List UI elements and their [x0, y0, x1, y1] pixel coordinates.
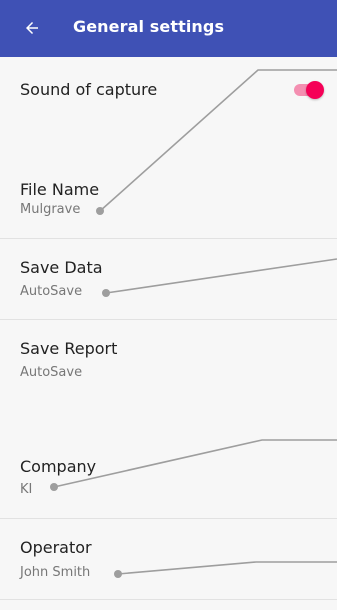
setting-operator[interactable]: [0, 519, 337, 599]
setting-title-save-report: Save Report: [20, 339, 118, 358]
toggle-thumb: [306, 81, 324, 99]
setting-save-data[interactable]: [0, 239, 337, 319]
setting-title-operator: Operator: [20, 538, 92, 557]
back-button[interactable]: [18, 14, 46, 42]
app-bar: General settings: [0, 0, 337, 57]
page-title: General settings: [73, 17, 225, 36]
setting-value-company: KI: [20, 482, 33, 497]
setting-title-save-data: Save Data: [20, 258, 103, 277]
setting-value-save-data: AutoSave: [20, 284, 83, 299]
settings-screen: General settings Sound of capture File N…: [0, 0, 337, 610]
setting-title-company: Company: [20, 457, 97, 476]
sound-of-capture-toggle[interactable]: [292, 81, 326, 99]
divider: [0, 599, 337, 600]
arrow-left-icon: [26, 22, 38, 34]
setting-value-save-report: AutoSave: [20, 365, 83, 380]
setting-value-file-name: Mulgrave: [20, 202, 81, 217]
setting-title-file-name: File Name: [20, 180, 100, 199]
setting-title-sound-of-capture: Sound of capture: [20, 80, 158, 99]
setting-value-operator: John Smith: [20, 565, 91, 580]
